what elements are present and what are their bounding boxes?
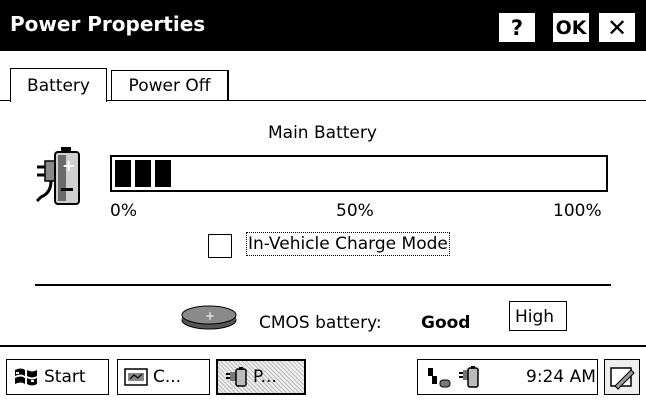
network-icon[interactable] xyxy=(426,366,452,390)
scale-label-0: 0% xyxy=(110,201,137,221)
in-vehicle-checkbox[interactable] xyxy=(208,234,232,258)
svg-text:+: + xyxy=(205,309,215,323)
taskbar: Start C... P... 9:24 AM xyxy=(0,345,646,401)
taskbar-item-control-panel[interactable]: C... xyxy=(117,359,210,395)
system-tray: 9:24 AM xyxy=(417,359,598,395)
cmos-battery-label: CMOS battery: xyxy=(259,313,382,333)
in-vehicle-label[interactable]: In-Vehicle Charge Mode xyxy=(246,232,450,256)
help-button[interactable]: ? xyxy=(498,12,536,43)
cmos-battery-status: Good xyxy=(421,313,471,333)
start-label: Start xyxy=(44,367,86,387)
close-button[interactable]: ✕ xyxy=(598,12,636,43)
battery-segment xyxy=(135,160,151,187)
task-label: C... xyxy=(153,367,182,387)
control-panel-icon xyxy=(124,367,148,387)
start-button[interactable]: Start xyxy=(6,359,109,395)
windows-flag-icon xyxy=(13,366,39,388)
scale-label-50: 50% xyxy=(336,201,374,221)
window-title: Power Properties xyxy=(10,12,206,36)
clock[interactable]: 9:24 AM xyxy=(526,367,596,387)
cmos-battery-level: High xyxy=(509,301,567,331)
tab-strip: Battery Power Off xyxy=(0,51,646,102)
task-label: P... xyxy=(253,367,277,387)
svg-text:+: + xyxy=(62,156,75,175)
main-battery-label: Main Battery xyxy=(268,123,377,143)
scale-label-100: 100% xyxy=(553,201,602,221)
show-desktop-button[interactable] xyxy=(604,359,640,395)
power-task-icon xyxy=(224,366,248,388)
cmos-battery-icon: + xyxy=(180,304,238,332)
power-tray-icon[interactable] xyxy=(458,365,480,389)
battery-level-fill xyxy=(115,160,171,187)
tab-power-off[interactable]: Power Off xyxy=(111,70,229,101)
battery-plug-icon: + xyxy=(33,141,103,211)
taskbar-item-power[interactable]: P... xyxy=(216,359,306,395)
battery-panel: Main Battery + 0% 50% 100% In-Vehicle Ch… xyxy=(0,101,646,345)
title-bar: Power Properties ? OK ✕ xyxy=(0,0,646,51)
battery-segment xyxy=(155,160,171,187)
main-battery-meter xyxy=(110,155,608,192)
show-desktop-icon xyxy=(605,360,639,394)
separator xyxy=(35,284,611,286)
tab-battery[interactable]: Battery xyxy=(10,68,107,102)
battery-segment xyxy=(115,160,131,187)
ok-button[interactable]: OK xyxy=(552,12,590,43)
